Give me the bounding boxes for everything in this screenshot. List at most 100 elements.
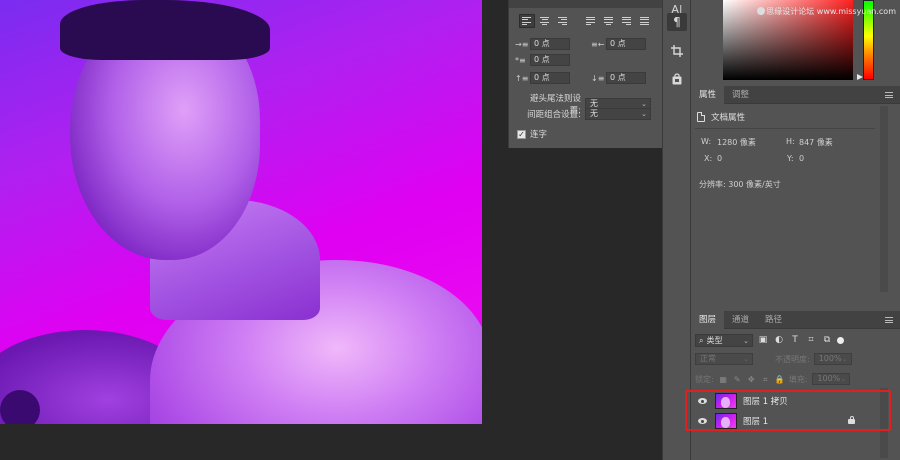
chevron-down-icon: ⌄ xyxy=(641,110,647,118)
indent-right-row: ≡← 0 点 xyxy=(591,38,646,50)
bag-icon xyxy=(672,73,682,85)
lock-label: 锁定: xyxy=(695,374,714,384)
justify-last-right-icon xyxy=(621,17,631,25)
document-icon xyxy=(697,112,705,122)
panel-menu-icon[interactable] xyxy=(885,317,893,323)
properties-scrollbar[interactable] xyxy=(880,106,888,292)
space-before-icon: ↑≡ xyxy=(515,73,529,83)
chevron-down-icon: ⌄ xyxy=(840,375,847,383)
document-canvas[interactable] xyxy=(0,0,482,424)
spacing-combo-value: 无 xyxy=(590,109,598,118)
layer-kind-filter[interactable]: ⌕ 类型 ⌄ xyxy=(695,334,753,347)
y-value[interactable]: 0 xyxy=(799,154,804,163)
space-after-input[interactable]: 0 点 xyxy=(606,72,646,84)
blend-mode-value: 正常 xyxy=(700,354,716,363)
smart-object-filter-icon[interactable]: ⧉ xyxy=(821,335,833,346)
justify-all-button[interactable] xyxy=(636,14,652,28)
indent-left-input[interactable]: 0 点 xyxy=(530,38,570,50)
lock-position-icon[interactable]: ✥ xyxy=(747,375,756,384)
space-after-icon: ↓≡ xyxy=(591,73,605,83)
filter-toggle-icon[interactable] xyxy=(837,337,844,344)
tab-character[interactable] xyxy=(509,0,525,8)
justify-last-center-button[interactable] xyxy=(600,14,616,28)
panel-menu-icon[interactable] xyxy=(885,92,893,98)
chevron-down-icon: ⌄ xyxy=(841,355,848,363)
tab-adjustments[interactable]: 调整 xyxy=(724,86,757,104)
width-value[interactable]: 1280 像素 xyxy=(717,137,756,148)
align-center-icon xyxy=(540,17,550,25)
x-value[interactable]: 0 xyxy=(717,154,722,163)
hyphen-rule-value: 无 xyxy=(590,99,598,108)
justify-last-left-button[interactable] xyxy=(583,14,599,28)
blend-mode-select[interactable]: 正常 ⌄ xyxy=(695,353,753,365)
properties-divider xyxy=(695,128,875,129)
opacity-input[interactable]: 100% ⌄ xyxy=(813,353,852,365)
hyphenate-label: 连字 xyxy=(530,130,548,140)
layer-filter-row: ⌕ 类型 ⌄ ▣ ◐ T ⌗ ⧉ xyxy=(695,334,844,347)
slider-arrow-icon xyxy=(857,74,863,80)
chevron-down-icon: ⌄ xyxy=(743,355,749,363)
fill-label: 填充: xyxy=(788,374,808,384)
properties-panel-tabs: 属性 调整 xyxy=(691,85,900,104)
space-before-input[interactable]: 0 点 xyxy=(530,72,570,84)
photo-hair xyxy=(60,0,270,60)
tab-paths[interactable]: 路径 xyxy=(757,311,790,329)
height-label: H: xyxy=(786,137,795,146)
adjustment-filter-icon[interactable]: ◐ xyxy=(773,335,785,346)
resolution-text: 分辨率: 300 像素/英寸 xyxy=(699,180,781,189)
highlight-annotation-box xyxy=(685,390,891,431)
height-value[interactable]: 847 像素 xyxy=(799,137,833,148)
watermark-text: 思缘设计论坛 www.missyuan.com xyxy=(757,6,896,17)
opacity-label: 不透明度: xyxy=(775,354,810,364)
paragraph-panel: →≡ 0 点 ≡← 0 点 *≡ 0 点 ↑≡ 0 点 ↓≡ 0 点 避头尾法则… xyxy=(508,0,662,148)
first-line-indent-input[interactable]: 0 点 xyxy=(530,54,570,66)
first-line-indent-icon: *≡ xyxy=(515,55,526,65)
align-right-icon xyxy=(558,17,568,25)
alignment-buttons xyxy=(509,8,662,28)
tab-channels[interactable]: 通道 xyxy=(724,311,757,329)
crop-tool-button[interactable] xyxy=(667,42,687,60)
image-filter-icon[interactable]: ▣ xyxy=(757,335,769,346)
justify-last-center-icon xyxy=(603,17,613,25)
lock-all-icon[interactable]: 🔒 xyxy=(775,375,785,384)
opacity-value: 100% xyxy=(818,354,842,363)
logo-icon xyxy=(757,7,766,15)
type-filter-icon[interactable]: T xyxy=(789,335,801,346)
justify-last-right-button[interactable] xyxy=(618,14,634,28)
align-right-button[interactable] xyxy=(555,14,571,28)
indent-right-icon: ≡← xyxy=(591,39,605,49)
tab-properties[interactable]: 属性 xyxy=(691,85,725,104)
canvas-workspace[interactable] xyxy=(0,0,508,460)
blend-row: 正常 ⌄ 不透明度: 100% ⌄ xyxy=(695,353,852,365)
workspace-gap xyxy=(508,148,662,460)
paragraph-panel-tabs xyxy=(509,0,662,8)
align-center-button[interactable] xyxy=(537,14,553,28)
layers-panel-tabs: 图层 通道 路径 xyxy=(691,310,900,329)
align-left-button[interactable] xyxy=(519,14,535,28)
paragraph-panel-button[interactable]: ¶ xyxy=(667,13,687,31)
shape-filter-icon[interactable]: ⌗ xyxy=(805,335,817,346)
hyphenate-checkbox[interactable]: ✓ xyxy=(517,129,526,139)
tool-presets-button[interactable] xyxy=(667,70,687,88)
indent-right-input[interactable]: 0 点 xyxy=(606,38,646,50)
layer-kind-value: 类型 xyxy=(706,336,723,345)
lock-row: 锁定: ▦ ✎ ✥ ⌗ 🔒 填充: 100% ⌄ xyxy=(695,373,851,385)
photoshop-window: →≡ 0 点 ≡← 0 点 *≡ 0 点 ↑≡ 0 点 ↓≡ 0 点 避头尾法则… xyxy=(0,0,900,460)
tab-layers[interactable]: 图层 xyxy=(691,310,725,329)
align-left-icon xyxy=(522,17,532,25)
justify-all-icon xyxy=(639,17,649,25)
chevron-down-icon: ⌄ xyxy=(743,336,749,345)
lock-image-icon[interactable]: ✎ xyxy=(733,375,742,384)
tab-paragraph[interactable] xyxy=(525,0,541,8)
search-icon: ⌕ xyxy=(699,335,704,345)
lock-transparent-icon[interactable]: ▦ xyxy=(719,375,728,384)
space-after-row: ↓≡ 0 点 xyxy=(591,72,646,84)
y-label: Y: xyxy=(787,154,794,163)
photo-shadow xyxy=(0,390,40,424)
fill-value: 100% xyxy=(817,374,841,383)
properties-section-title: 文档属性 xyxy=(711,113,746,123)
spacing-combo-select[interactable]: 无 ⌄ xyxy=(585,108,651,120)
crop-icon xyxy=(671,45,683,57)
fill-input[interactable]: 100% ⌄ xyxy=(812,373,851,385)
lock-artboard-icon[interactable]: ⌗ xyxy=(761,375,770,384)
